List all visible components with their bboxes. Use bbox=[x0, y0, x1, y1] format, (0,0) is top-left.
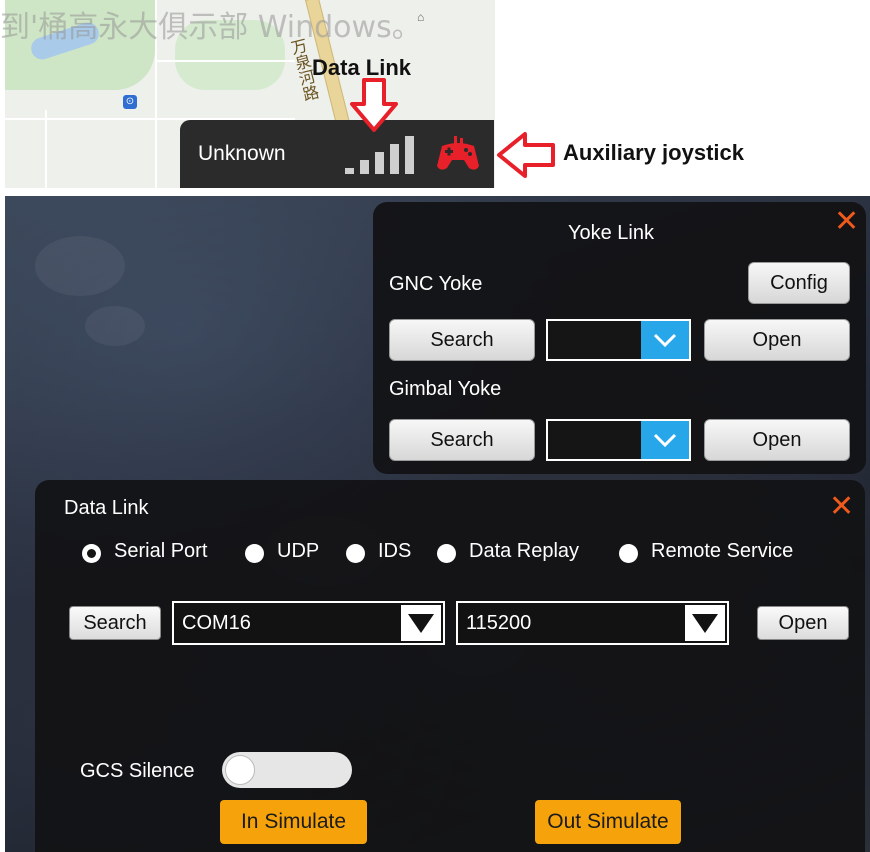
radio-udp[interactable]: UDP bbox=[245, 540, 330, 568]
arrow-left-icon bbox=[497, 132, 555, 178]
data-link-panel: Data Link ✕ bbox=[35, 480, 865, 852]
yoke-link-panel: Yoke Link ✕ GNC Yoke Config Search Open … bbox=[373, 202, 866, 474]
port-search-button[interactable]: Search bbox=[69, 606, 161, 640]
data-link-panel-title: Data Link bbox=[64, 497, 149, 519]
map-road bbox=[155, 60, 295, 62]
radio-icon bbox=[619, 544, 638, 563]
map-road bbox=[45, 110, 47, 188]
gnc-search-button[interactable]: Search bbox=[389, 319, 535, 361]
gnc-yoke-select[interactable] bbox=[546, 319, 691, 361]
in-simulate-button[interactable]: In Simulate bbox=[220, 800, 367, 844]
radio-label: Serial Port bbox=[114, 540, 208, 562]
radio-data-replay[interactable]: Data Replay bbox=[437, 540, 602, 568]
annotated-status-strip: 万泉河路 ⊙ ⌂ 到'桶高永大俱示部 Windows。 Unknown Data… bbox=[0, 0, 870, 190]
yoke-panel-title: Yoke Link bbox=[568, 222, 654, 244]
baud-rate-select[interactable]: 115200 bbox=[456, 601, 729, 645]
signal-bar bbox=[375, 152, 384, 174]
arrow-down-icon bbox=[350, 78, 398, 132]
radio-selected-icon bbox=[82, 544, 101, 563]
gcs-silence-label: GCS Silence bbox=[80, 760, 195, 782]
close-icon[interactable]: ✕ bbox=[829, 492, 854, 522]
triangle-down-icon[interactable] bbox=[401, 605, 441, 641]
gimbal-search-button[interactable]: Search bbox=[389, 419, 535, 461]
radio-remote-service[interactable]: Remote Service bbox=[619, 540, 819, 568]
close-icon[interactable]: ✕ bbox=[834, 207, 859, 237]
chevron-down-icon[interactable] bbox=[641, 321, 689, 359]
flight-mode-status: Unknown bbox=[198, 142, 286, 165]
radio-label: UDP bbox=[277, 540, 320, 562]
radio-label: IDS bbox=[378, 540, 412, 562]
out-simulate-button[interactable]: Out Simulate bbox=[535, 800, 681, 844]
gimbal-yoke-select[interactable] bbox=[546, 419, 691, 461]
radio-icon bbox=[437, 544, 456, 563]
gnc-yoke-label: GNC Yoke bbox=[389, 273, 483, 295]
radio-ids[interactable]: IDS bbox=[346, 540, 421, 568]
status-bar: Unknown bbox=[180, 120, 494, 188]
gimbal-open-button[interactable]: Open bbox=[704, 419, 850, 461]
radio-label: Data Replay bbox=[469, 540, 580, 562]
radio-label: Remote Service bbox=[651, 540, 794, 562]
annotation-joystick-label: Auxiliary joystick bbox=[563, 140, 744, 165]
serial-port-value: COM16 bbox=[182, 612, 251, 634]
gnc-open-button[interactable]: Open bbox=[704, 319, 850, 361]
gimbal-yoke-label: Gimbal Yoke bbox=[389, 378, 502, 400]
signal-bar bbox=[345, 168, 354, 174]
joystick-icon[interactable] bbox=[436, 136, 480, 172]
baud-rate-value: 115200 bbox=[466, 612, 532, 634]
serial-port-select[interactable]: COM16 bbox=[172, 601, 445, 645]
map-poi-icon: ⊙ bbox=[123, 95, 137, 109]
triangle-down-icon[interactable] bbox=[685, 605, 725, 641]
os-activation-watermark: 到'桶高永大俱示部 Windows。 bbox=[0, 10, 422, 45]
radio-icon bbox=[245, 544, 264, 563]
config-button[interactable]: Config bbox=[748, 262, 850, 304]
toggle-knob bbox=[225, 755, 255, 785]
radio-serial-port[interactable]: Serial Port bbox=[82, 540, 232, 568]
gcs-silence-toggle[interactable] bbox=[222, 752, 352, 788]
radio-icon bbox=[346, 544, 365, 563]
signal-bar bbox=[390, 144, 399, 174]
chevron-down-icon[interactable] bbox=[641, 421, 689, 459]
port-open-button[interactable]: Open bbox=[757, 606, 849, 640]
signal-bar bbox=[405, 136, 414, 174]
data-link-signal-icon[interactable] bbox=[345, 134, 415, 174]
signal-bar bbox=[360, 160, 369, 174]
